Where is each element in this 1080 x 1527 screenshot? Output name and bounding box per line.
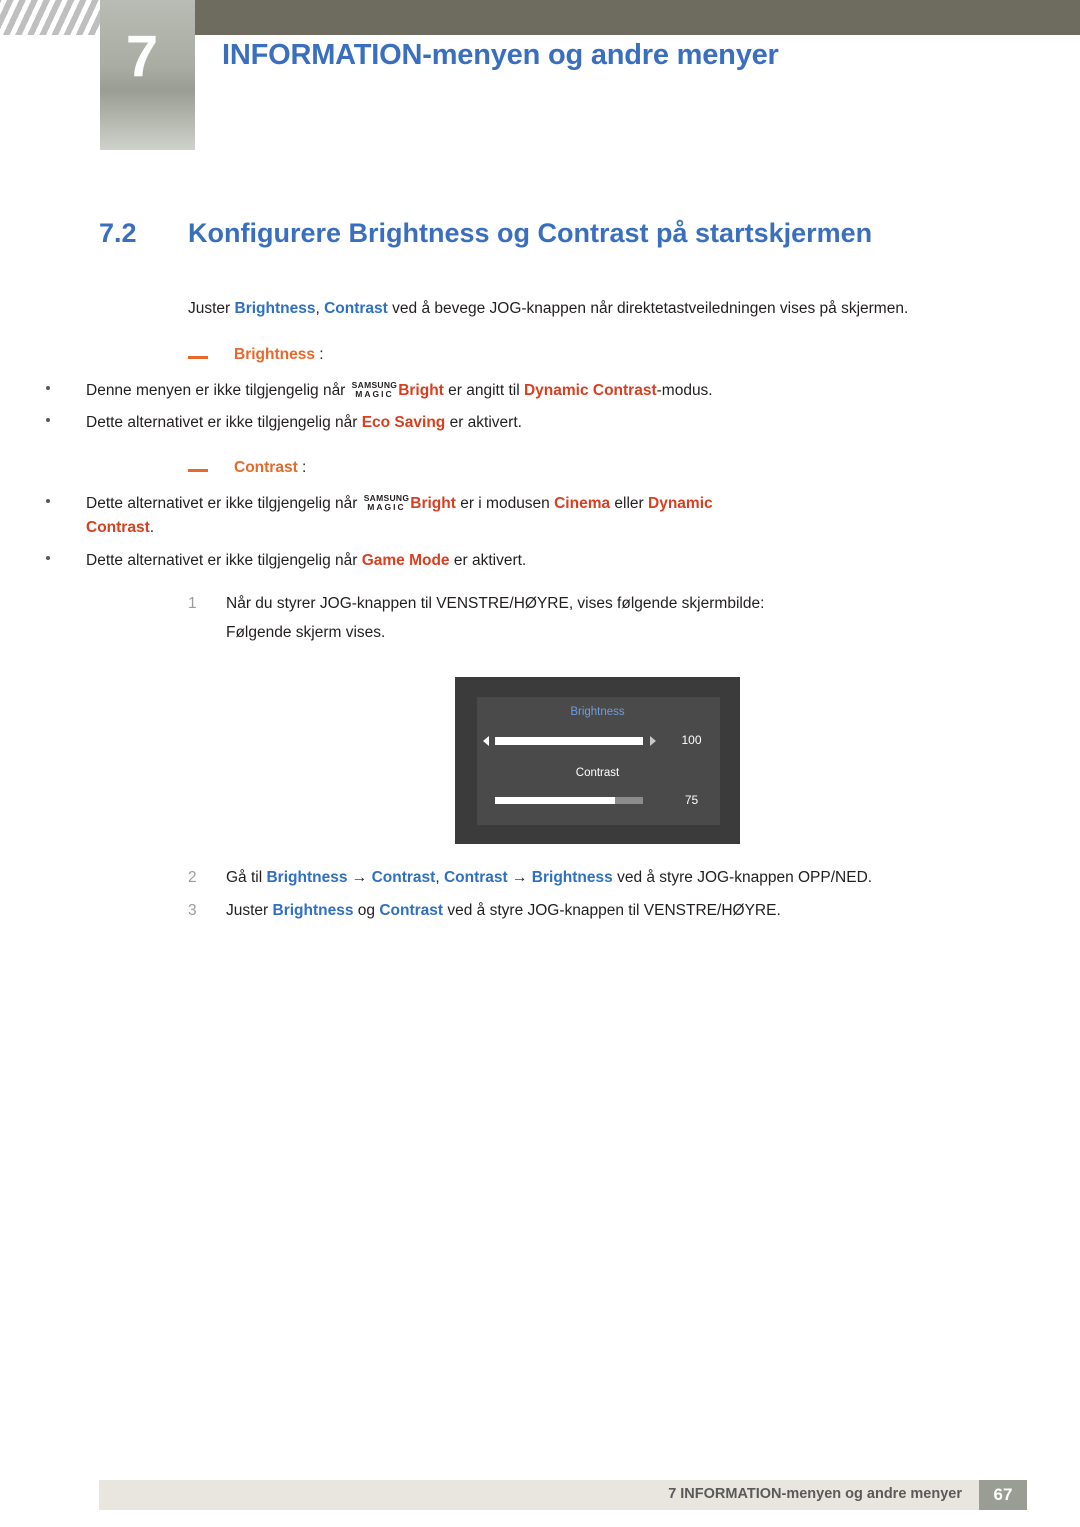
step-2: 2 Gå til Brightness → Contrast, Contrast… (188, 866, 1028, 889)
section-title: Konfigurere Brightness og Contrast på st… (188, 218, 873, 248)
b1-term: Dynamic Contrast (523, 382, 657, 399)
samsung-magic-logo: SAMSUNG MAGIC (363, 492, 410, 513)
step-3: 3 Juster Brightness og Contrast ved å st… (188, 899, 1028, 922)
c1-term: Cinema (554, 495, 611, 512)
samsung-magic-logo-bottom: MAGIC (355, 389, 394, 399)
section-number: 7.2 (99, 218, 137, 248)
step-1-number: 1 (188, 595, 197, 612)
intro-term-contrast: Contrast (324, 300, 388, 317)
samsung-magic-logo-bottom: MAGIC (367, 502, 406, 512)
c1-term2: Dynamic (648, 495, 713, 512)
step-2-number: 2 (188, 869, 197, 886)
s2-t4: Brightness (531, 869, 613, 886)
s2-t1: Brightness (266, 869, 348, 886)
step-1-subline: Følgende skjerm vises. (226, 624, 386, 641)
note-heading-brightness-text: Brightness (234, 346, 315, 363)
osd-brightness-bar (495, 737, 643, 745)
osd-brightness-value: 100 (681, 733, 702, 747)
samsung-magic-logo: SAMSUNG MAGIC (351, 379, 398, 400)
s2-sep: , (435, 869, 444, 886)
bullet-brightness-1: Denne menyen er ikke tilgjengelig når SA… (46, 379, 836, 403)
bullet-dot-icon (46, 418, 50, 422)
bullet-dot-icon (46, 386, 50, 390)
chapter-title: INFORMATION-menyen og andre menyer (222, 39, 779, 71)
left-arrow-icon (483, 736, 489, 746)
b2-post: er aktivert. (445, 414, 522, 431)
bullet-contrast-2: Dette alternativet er ikke tilgjengelig … (46, 549, 836, 573)
c1-mid: er i modusen (455, 495, 555, 512)
samsung-magic-logo-top: SAMSUNG (351, 379, 398, 390)
bullet-dot-icon (46, 499, 50, 503)
s3-pre: Juster (226, 902, 273, 919)
osd-contrast-value: 75 (684, 793, 699, 807)
b2-pre: Dette alternativet er ikke tilgjengelig … (86, 414, 362, 431)
osd-contrast-bar-fill (495, 797, 615, 804)
s2-pre: Gå til (226, 869, 267, 886)
intro-term-brightness: Brightness (234, 300, 316, 317)
note-heading-brightness-colon: : (314, 346, 324, 363)
osd-preview-image: Brightness 100 Contrast 75 (455, 677, 740, 844)
s3-post: ved å styre JOG-knappen til VENSTRE/HØYR… (443, 902, 781, 919)
intro-text-1: Juster (188, 300, 235, 317)
c2-term: Game Mode (361, 552, 450, 569)
right-arrow-icon (650, 736, 656, 746)
b1-mid: er angitt til (443, 382, 524, 399)
intro-text-2: ved å bevege JOG-knappen når direktetast… (387, 300, 909, 317)
osd-contrast-slider-row: 75 (483, 792, 715, 810)
step-3-number: 3 (188, 902, 197, 919)
s2-arrow2: → (507, 869, 532, 886)
s3-t1: Brightness (272, 902, 354, 919)
bullet-contrast-1: Dette alternativet er ikke tilgjengelig … (46, 492, 836, 540)
bullet-dot-icon (46, 556, 50, 560)
osd-contrast-label: Contrast (575, 767, 620, 779)
header-bar (100, 0, 1080, 35)
s2-arrow1: → (347, 869, 372, 886)
osd-contrast-bar-track (615, 797, 643, 804)
note-dash-icon (188, 469, 208, 472)
note-heading-brightness: Brightness : (234, 346, 324, 364)
step-1: 1 Når du styrer JOG-knappen til VENSTRE/… (188, 592, 1028, 615)
note-heading-contrast-text: Contrast (234, 459, 298, 476)
bullet-brightness-1-text: Denne menyen er ikke tilgjengelig når SA… (86, 379, 836, 403)
c2-pre: Dette alternativet er ikke tilgjengelig … (86, 552, 362, 569)
s2-t3: Contrast (443, 869, 508, 886)
samsung-magic-logo-top: SAMSUNG (363, 492, 410, 503)
c1-pre: Dette alternativet er ikke tilgjengelig … (86, 495, 362, 512)
note-heading-contrast: Contrast : (234, 459, 306, 477)
s3-mid: og (353, 902, 380, 919)
step-2-text: Gå til Brightness → Contrast, Contrast →… (226, 866, 1028, 889)
b1-post: -modus. (656, 382, 713, 399)
b2-term: Eco Saving (361, 414, 446, 431)
bullet-brightness-2-text: Dette alternativet er ikke tilgjengelig … (86, 411, 836, 435)
note-heading-contrast-colon: : (297, 459, 307, 476)
bullet-contrast-2-text: Dette alternativet er ikke tilgjengelig … (86, 549, 836, 573)
b1-pre: Denne menyen er ikke tilgjengelig når (86, 382, 350, 399)
b1-logo-word: Bright (398, 382, 444, 399)
osd-brightness-slider-row: 100 (483, 732, 715, 750)
step-1-text: Når du styrer JOG-knappen til VENSTRE/HØ… (226, 595, 765, 612)
header-hatch-decoration (0, 0, 100, 35)
c1-term2b: Contrast (86, 519, 150, 537)
intro-paragraph: Juster Brightness, Contrast ved å bevege… (188, 297, 1018, 320)
s3-t2: Contrast (379, 902, 444, 919)
note-dash-icon (188, 356, 208, 359)
footer-page-number: 67 (979, 1480, 1027, 1510)
c2-post: er aktivert. (449, 552, 527, 569)
bullet-brightness-2: Dette alternativet er ikke tilgjengelig … (46, 411, 836, 435)
c1-mid2: eller (610, 495, 649, 512)
c1-logo-word: Bright (410, 495, 456, 512)
s2-post: ved å styre JOG-knappen OPP/NED. (612, 869, 873, 886)
s2-t2: Contrast (371, 869, 436, 886)
c1-post: . (149, 519, 155, 537)
osd-brightness-label: Brightness (570, 706, 625, 718)
step-3-text: Juster Brightness og Contrast ved å styr… (226, 899, 1028, 922)
intro-comma: , (315, 300, 325, 317)
bullet-contrast-1-text: Dette alternativet er ikke tilgjengelig … (86, 492, 836, 540)
footer-text: 7 INFORMATION-menyen og andre menyer (668, 1486, 962, 1502)
chapter-number: 7 (125, 24, 159, 89)
